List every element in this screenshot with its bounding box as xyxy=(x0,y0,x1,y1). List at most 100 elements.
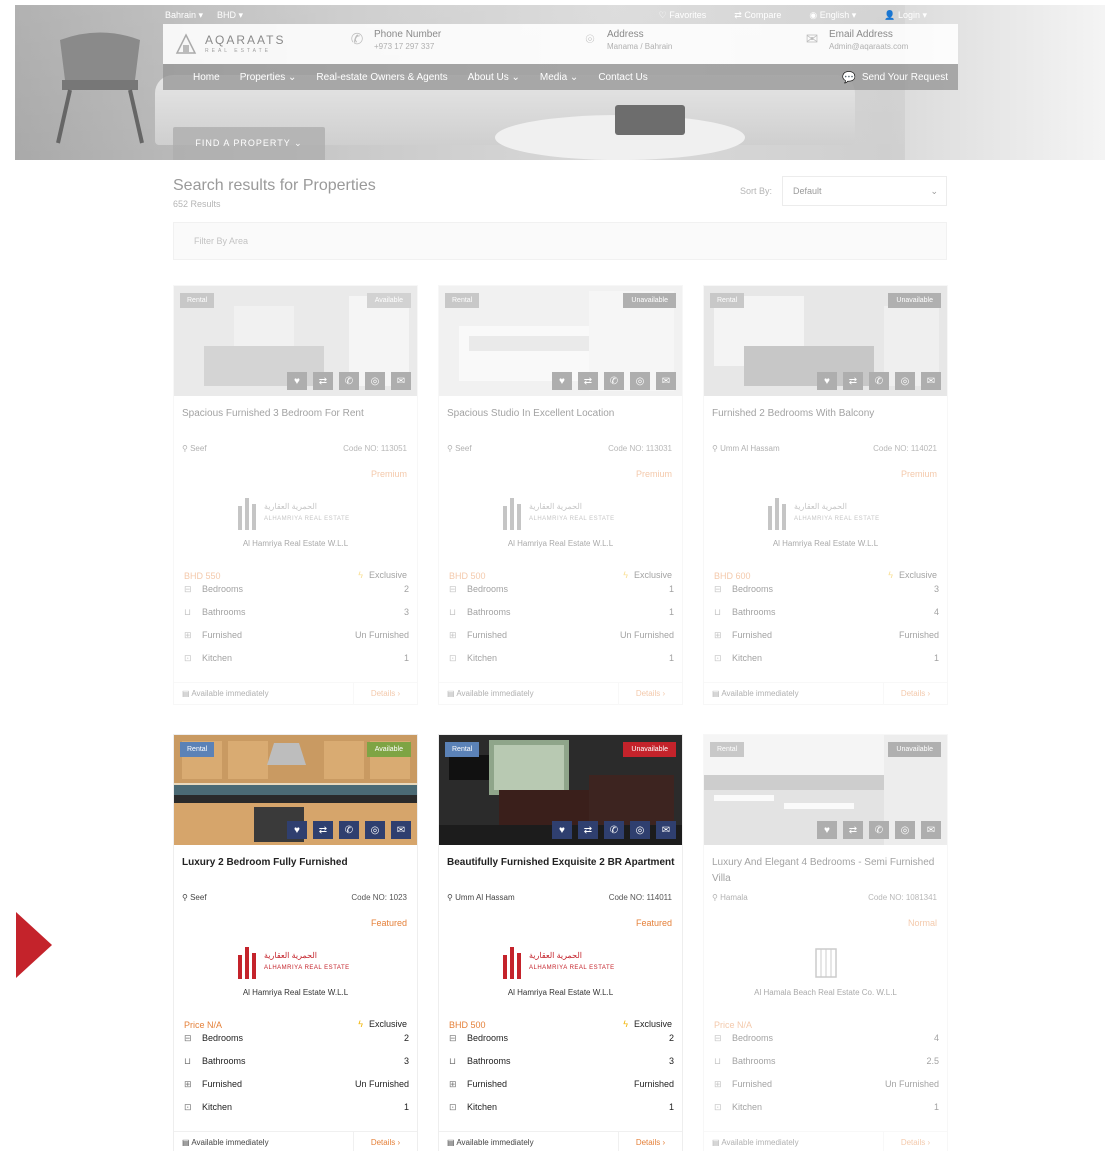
compare-link[interactable]: ⇄ Compare xyxy=(734,10,795,21)
nav-properties[interactable]: Properties ⌄ xyxy=(240,72,297,83)
agency-logo[interactable]: الحمرية العقارية ALHAMRIYA REAL ESTATE xyxy=(499,945,624,981)
details-link[interactable]: Details › xyxy=(353,682,417,705)
agency-name[interactable]: Al Hamala Beach Real Estate Co. W.L.L xyxy=(704,988,947,997)
heart-icon[interactable]: ♥ xyxy=(817,372,837,390)
agency-logo[interactable]: الحمرية العقارية ALHAMRIYA REAL ESTATE xyxy=(764,496,889,532)
envelope-icon[interactable]: ✉ xyxy=(921,372,941,390)
sort-select[interactable]: Default ⌄ xyxy=(782,176,947,206)
property-photo[interactable]: Rental Unavailable ♥ ⇄ ✆ ◎ ✉ xyxy=(439,735,682,845)
whatsapp-icon[interactable]: ◎ xyxy=(365,372,385,390)
property-photo[interactable]: Rental Unavailable ♥ ⇄ ✆ ◎ ✉ xyxy=(704,735,947,845)
heart-icon[interactable]: ♥ xyxy=(287,821,307,839)
phone-icon[interactable]: ✆ xyxy=(604,372,624,390)
agency-logo[interactable]: الحمرية العقارية ALHAMRIYA REAL ESTATE xyxy=(234,496,359,532)
property-photo[interactable]: Rental Available ♥ ⇄ ✆ ◎ ✉ xyxy=(174,286,417,396)
compare-icon[interactable]: ⇄ xyxy=(313,821,333,839)
agency-name[interactable]: Al Hamriya Real Estate W.L.L xyxy=(439,539,682,548)
spec-label: Furnished xyxy=(732,1079,773,1089)
agency-name[interactable]: Al Hamriya Real Estate W.L.L xyxy=(174,539,417,548)
spec-value: 1 xyxy=(668,653,674,663)
spec-label: Bedrooms xyxy=(202,584,244,594)
whatsapp-icon[interactable]: ◎ xyxy=(630,372,650,390)
property-card[interactable]: Rental Unavailable ♥ ⇄ ✆ ◎ ✉ Luxury And Elegant… xyxy=(703,734,948,1151)
spec-value: Furnished xyxy=(633,1079,674,1089)
brand-bar: AQARAATS REAL ESTATE ✆ Phone Number +973… xyxy=(163,24,958,64)
property-title[interactable]: Luxury And Elegant 4 Bedrooms - Semi Fur… xyxy=(712,855,942,887)
find-property-button[interactable]: FIND A PROPERTY ⌄ xyxy=(173,127,325,160)
nav-home[interactable]: Home xyxy=(193,72,220,83)
language-select[interactable]: ◉ English ▾ xyxy=(809,10,870,21)
favorites-link[interactable]: ♡ Favorites xyxy=(659,10,721,21)
compare-icon[interactable]: ⇄ xyxy=(843,372,863,390)
phone-icon[interactable]: ✆ xyxy=(339,372,359,390)
compare-icon[interactable]: ⇄ xyxy=(578,372,598,390)
details-link[interactable]: Details › xyxy=(618,682,682,705)
phone-icon[interactable]: ✆ xyxy=(869,372,889,390)
whatsapp-icon[interactable]: ◎ xyxy=(895,372,915,390)
agency-name[interactable]: Al Hamriya Real Estate W.L.L xyxy=(439,988,682,997)
details-link[interactable]: Details › xyxy=(883,682,947,705)
agency-name[interactable]: Al Hamriya Real Estate W.L.L xyxy=(174,988,417,997)
filter-by-area-input[interactable]: Filter By Area xyxy=(173,222,947,260)
exclusive-label: Exclusive xyxy=(368,1019,407,1029)
nav-about[interactable]: About Us ⌄ xyxy=(468,72,520,83)
nav-owners-agents[interactable]: Real-estate Owners & Agents xyxy=(316,72,447,83)
compare-icon[interactable]: ⇄ xyxy=(843,821,863,839)
property-card[interactable]: Rental Available ♥ ⇄ ✆ ◎ ✉ Spacious Furnished 3… xyxy=(173,285,418,705)
compare-icon[interactable]: ⇄ xyxy=(578,821,598,839)
site-logo[interactable]: AQARAATS REAL ESTATE xyxy=(175,33,345,55)
phone-label: Phone Number xyxy=(374,29,442,40)
send-request-button[interactable]: 💬 Send Your Request xyxy=(842,71,948,84)
details-link[interactable]: Details › xyxy=(618,1131,682,1151)
heart-icon[interactable]: ♥ xyxy=(552,372,572,390)
property-title[interactable]: Spacious Studio In Excellent Location xyxy=(447,406,677,422)
envelope-icon[interactable]: ✉ xyxy=(921,821,941,839)
details-link[interactable]: Details › xyxy=(353,1131,417,1151)
agency-logo[interactable]: الحمرية العقارية ALHAMRIYA REAL ESTATE xyxy=(499,496,624,532)
property-card[interactable]: Rental Available ♥ ⇄ ✆ ◎ ✉ Luxury 2 Bedroom Ful… xyxy=(173,734,418,1151)
email-contact[interactable]: ✉ Email Address Admin@aqaraats.com xyxy=(803,29,909,51)
envelope-icon[interactable]: ✉ xyxy=(391,372,411,390)
property-title[interactable]: Luxury 2 Bedroom Fully Furnished xyxy=(182,855,412,871)
calendar-icon: ▤ xyxy=(182,689,192,698)
property-photo[interactable]: Rental Unavailable ♥ ⇄ ✆ ◎ ✉ xyxy=(439,286,682,396)
property-card[interactable]: Rental Unavailable ♥ ⇄ ✆ ◎ ✉ Spacious Studio In… xyxy=(438,285,683,705)
whatsapp-icon[interactable]: ◎ xyxy=(895,821,915,839)
availability-badge: Unavailable xyxy=(623,293,676,308)
property-title[interactable]: Furnished 2 Bedrooms With Balcony xyxy=(712,406,942,422)
listing-tier-badge: Premium xyxy=(370,469,407,479)
property-photo[interactable]: Rental Unavailable ♥ ⇄ ✆ ◎ ✉ xyxy=(704,286,947,396)
login-link[interactable]: 👤 Login ▾ xyxy=(884,10,941,21)
nav-contact[interactable]: Contact Us xyxy=(598,72,647,83)
envelope-icon[interactable]: ✉ xyxy=(656,372,676,390)
spec-label: Bedrooms xyxy=(732,1033,774,1043)
property-photo[interactable]: Rental Available ♥ ⇄ ✆ ◎ ✉ xyxy=(174,735,417,845)
bed-icon: ⊟ xyxy=(449,1033,457,1043)
envelope-icon[interactable]: ✉ xyxy=(391,821,411,839)
details-link[interactable]: Details › xyxy=(883,1131,947,1151)
property-card[interactable]: Rental Unavailable ♥ ⇄ ✆ ◎ ✉ Furnished 2 Bedroo… xyxy=(703,285,948,705)
whatsapp-icon[interactable]: ◎ xyxy=(630,821,650,839)
heart-icon[interactable]: ♥ xyxy=(287,372,307,390)
heart-icon[interactable]: ♥ xyxy=(552,821,572,839)
nav-media[interactable]: Media ⌄ xyxy=(540,72,578,83)
compare-icon[interactable]: ⇄ xyxy=(313,372,333,390)
whatsapp-icon[interactable]: ◎ xyxy=(365,821,385,839)
agency-logo[interactable]: الحمرية العقارية ALHAMRIYA REAL ESTATE xyxy=(234,945,359,981)
agency-name[interactable]: Al Hamriya Real Estate W.L.L xyxy=(704,539,947,548)
spec-row-furnished: ⊞ Furnished Un Furnished xyxy=(714,1079,939,1090)
phone-icon[interactable]: ✆ xyxy=(339,821,359,839)
property-card[interactable]: Rental Unavailable ♥ ⇄ ✆ ◎ ✉ Beautifully Furnis… xyxy=(438,734,683,1151)
country-select[interactable]: Bahrain ▾ xyxy=(165,10,203,21)
heart-icon[interactable]: ♥ xyxy=(817,821,837,839)
phone-icon[interactable]: ✆ xyxy=(604,821,624,839)
card-footer: ▤ Available immediately Details › xyxy=(704,682,947,705)
property-title[interactable]: Spacious Furnished 3 Bedroom For Rent xyxy=(182,406,412,422)
envelope-icon[interactable]: ✉ xyxy=(656,821,676,839)
phone-icon[interactable]: ✆ xyxy=(869,821,889,839)
currency-select[interactable]: BHD ▾ xyxy=(217,10,243,21)
phone-contact[interactable]: ✆ Phone Number +973 17 297 337 xyxy=(348,29,442,51)
property-title[interactable]: Beautifully Furnished Exquisite 2 BR Apa… xyxy=(447,855,677,871)
card-action-buttons: ♥ ⇄ ✆ ◎ ✉ xyxy=(811,821,941,839)
agency-logo[interactable] xyxy=(764,945,889,981)
